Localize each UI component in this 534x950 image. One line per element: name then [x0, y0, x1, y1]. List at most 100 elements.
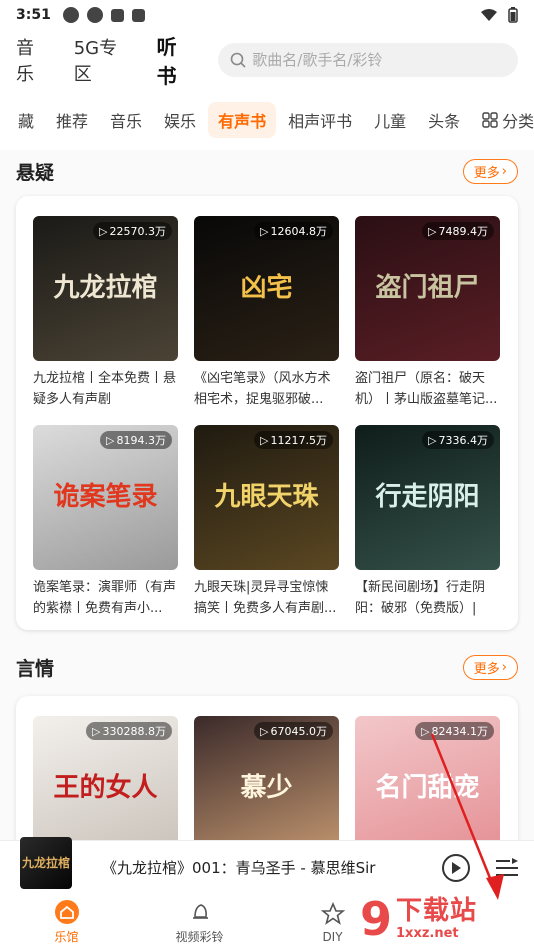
category-audiobook[interactable]: 有声书	[208, 102, 277, 138]
play-count-value: 11217.5万	[270, 434, 328, 447]
playlist-icon[interactable]	[496, 857, 518, 878]
category-crosstalk[interactable]: 相声评书	[278, 102, 362, 138]
book-description: 诡案笔录：演罪师（有声的紫襟丨免费有声小...	[33, 580, 177, 616]
book-cover[interactable]: 诡案笔录 ▷ 8194.3万	[33, 425, 178, 570]
book-item[interactable]: 九龙拉棺 ▷ 22570.3万 九龙拉棺丨全本免费丨悬疑多人有声剧	[33, 216, 178, 411]
cover-title-art: 名门甜宠	[375, 773, 480, 804]
play-count-value: 8194.3万	[116, 434, 167, 447]
play-count-value: 82434.1万	[431, 725, 489, 738]
play-count: ▷ 7489.4万	[422, 222, 494, 240]
book-cover[interactable]: 九龙拉棺 ▷ 22570.3万	[33, 216, 178, 361]
play-count-icon: ▷	[260, 224, 269, 238]
book-cover[interactable]: 盗门祖尸 ▷ 7489.4万	[355, 216, 500, 361]
search-bar[interactable]	[218, 43, 518, 77]
mini-player[interactable]: 九龙拉棺 《九龙拉棺》001：青乌圣手 - 慕思维Sir	[0, 836, 534, 894]
play-count: ▷ 11217.5万	[254, 431, 333, 449]
more-button[interactable]: 更多 ›	[462, 654, 518, 680]
play-count-value: 330288.8万	[102, 725, 167, 738]
play-count: ▷ 8194.3万	[100, 431, 172, 449]
book-cover[interactable]: 行走阴阳 ▷ 7336.4万	[355, 425, 500, 570]
play-count-icon: ▷	[99, 224, 108, 238]
tab-audiobook[interactable]: 听书	[157, 31, 197, 99]
category-recommend[interactable]: 推荐	[46, 102, 98, 138]
book-description: 【新民间剧场】行走阴阳：破邪（免费版）|悬...	[355, 580, 486, 616]
cover-title-art: 王的女人	[53, 773, 158, 804]
tab-music[interactable]: 音乐	[16, 34, 52, 86]
watermark-logo: 9 下载站 1xxz.net	[360, 888, 534, 950]
home-icon	[54, 899, 80, 925]
notification-icon	[62, 7, 79, 23]
book-item[interactable]: 王的女人 ▷ 330288.8万	[33, 716, 178, 840]
play-count: ▷ 12604.8万	[254, 222, 333, 240]
cover-title-art: 盗门祖尸	[375, 273, 480, 304]
more-label: 更多	[473, 661, 500, 677]
watermark-number: 9	[360, 892, 393, 946]
book-cover[interactable]: 名门甜宠 ▷ 82434.1万	[355, 716, 500, 840]
play-count: ▷ 330288.8万	[86, 722, 172, 740]
play-count: ▷ 67045.0万	[254, 722, 333, 740]
play-count: ▷ 22570.3万	[93, 222, 172, 240]
chevron-right-icon: ›	[501, 659, 507, 675]
play-icon	[452, 861, 461, 874]
category-all-button[interactable]: 分类	[472, 102, 534, 138]
player-title: 《九龙拉棺》001：青乌圣手 - 慕思维Sir	[102, 859, 376, 877]
main-content: 悬疑 更多 › 九龙拉棺 ▷ 22570.3万 九龙拉棺丨全本免费丨悬疑多人有声剧 凶宅 ▷…	[0, 150, 534, 840]
book-item[interactable]: 名门甜宠 ▷ 82434.1万	[355, 716, 500, 840]
play-count-icon: ▷	[421, 724, 430, 738]
play-count-value: 7489.4万	[438, 225, 489, 238]
book-item[interactable]: 凶宅 ▷ 12604.8万《凶宅笔录》（风水方术相宅术，捉鬼驱邪破...	[194, 216, 339, 411]
play-count-icon: ▷	[92, 724, 101, 738]
wifi-icon	[481, 9, 497, 21]
cover-title-art: 行走阴阳	[375, 482, 480, 513]
star-icon	[320, 901, 346, 927]
top-navigation: 音乐 5G专区 听书	[0, 30, 534, 99]
section-title: 悬疑	[16, 161, 55, 184]
book-cover[interactable]: 王的女人 ▷ 330288.8万	[33, 716, 178, 840]
section-title: 言情	[16, 657, 55, 680]
category-music[interactable]: 音乐	[100, 102, 152, 138]
nav-video-ringtone[interactable]: 视频彩铃	[133, 899, 266, 945]
book-card-suspense: 九龙拉棺 ▷ 22570.3万 九龙拉棺丨全本免费丨悬疑多人有声剧 凶宅 ▷ 12604.8…	[16, 196, 518, 630]
notification-icon	[110, 8, 124, 22]
play-count: ▷ 7336.4万	[422, 431, 494, 449]
notification-icon	[131, 8, 145, 22]
book-cover[interactable]: 九眼天珠 ▷ 11217.5万	[194, 425, 339, 570]
book-cover[interactable]: 凶宅 ▷ 12604.8万	[194, 216, 339, 361]
status-system-icons	[480, 7, 518, 23]
status-notification-icons	[62, 7, 145, 23]
section-header-romance: 言情 更多 ›	[0, 646, 534, 688]
nav-diy-label: DIY	[322, 929, 343, 944]
tab-5g[interactable]: 5G专区	[74, 34, 135, 86]
book-description: 《凶宅笔录》（风水方术相宅术，捉鬼驱邪破...	[194, 371, 331, 407]
cover-title-art: 九眼天珠	[214, 482, 319, 513]
bell-icon	[187, 899, 213, 925]
book-item[interactable]: 慕少 ▷ 67045.0万	[194, 716, 339, 840]
play-count-value: 22570.3万	[109, 225, 167, 238]
book-card-romance: 王的女人 ▷ 330288.8万 慕少 ▷ 67045.0万 名门甜宠 ▷ 82434.1万	[16, 696, 518, 840]
more-label: 更多	[473, 165, 500, 181]
category-headlines[interactable]: 头条	[418, 102, 470, 138]
cover-title-art: 慕少	[240, 773, 293, 804]
nav-home[interactable]: 乐馆	[0, 899, 133, 945]
play-button[interactable]	[442, 853, 470, 882]
play-count-icon: ▷	[106, 433, 115, 447]
status-bar: 3:51	[0, 0, 534, 30]
book-item[interactable]: 盗门祖尸 ▷ 7489.4万 盗门祖尸（原名：破天机）丨茅山版盗墓笔记...	[355, 216, 500, 411]
book-cover[interactable]: 慕少 ▷ 67045.0万	[194, 716, 339, 840]
cover-title-art: 凶宅	[240, 273, 293, 304]
category-partial[interactable]: 藏	[8, 102, 44, 138]
book-item[interactable]: 诡案笔录 ▷ 8194.3万诡案笔录：演罪师（有声的紫襟丨免费有声小...	[33, 425, 178, 620]
section-header-suspense: 悬疑 更多 ›	[0, 150, 534, 192]
search-input[interactable]	[252, 51, 493, 69]
category-children[interactable]: 儿童	[364, 102, 416, 138]
notification-icon	[86, 7, 103, 23]
watermark-words: 下载站 1xxz.net	[396, 897, 477, 941]
play-count-value: 7336.4万	[438, 434, 489, 447]
category-entertainment[interactable]: 娱乐	[154, 102, 206, 138]
player-cover[interactable]: 九龙拉棺	[20, 836, 72, 889]
book-item[interactable]: 九眼天珠 ▷ 11217.5万 九眼天珠|灵异寻宝惊悚搞笑丨免费多人有声剧...	[194, 425, 339, 620]
book-item[interactable]: 行走阴阳 ▷7336.4万【新民间剧场】行走阴阳：破邪（免费版）|悬...	[355, 425, 500, 620]
watermark-domain: 1xxz.net	[396, 925, 459, 941]
grid-icon	[482, 112, 498, 128]
more-button[interactable]: 更多 ›	[462, 158, 518, 184]
